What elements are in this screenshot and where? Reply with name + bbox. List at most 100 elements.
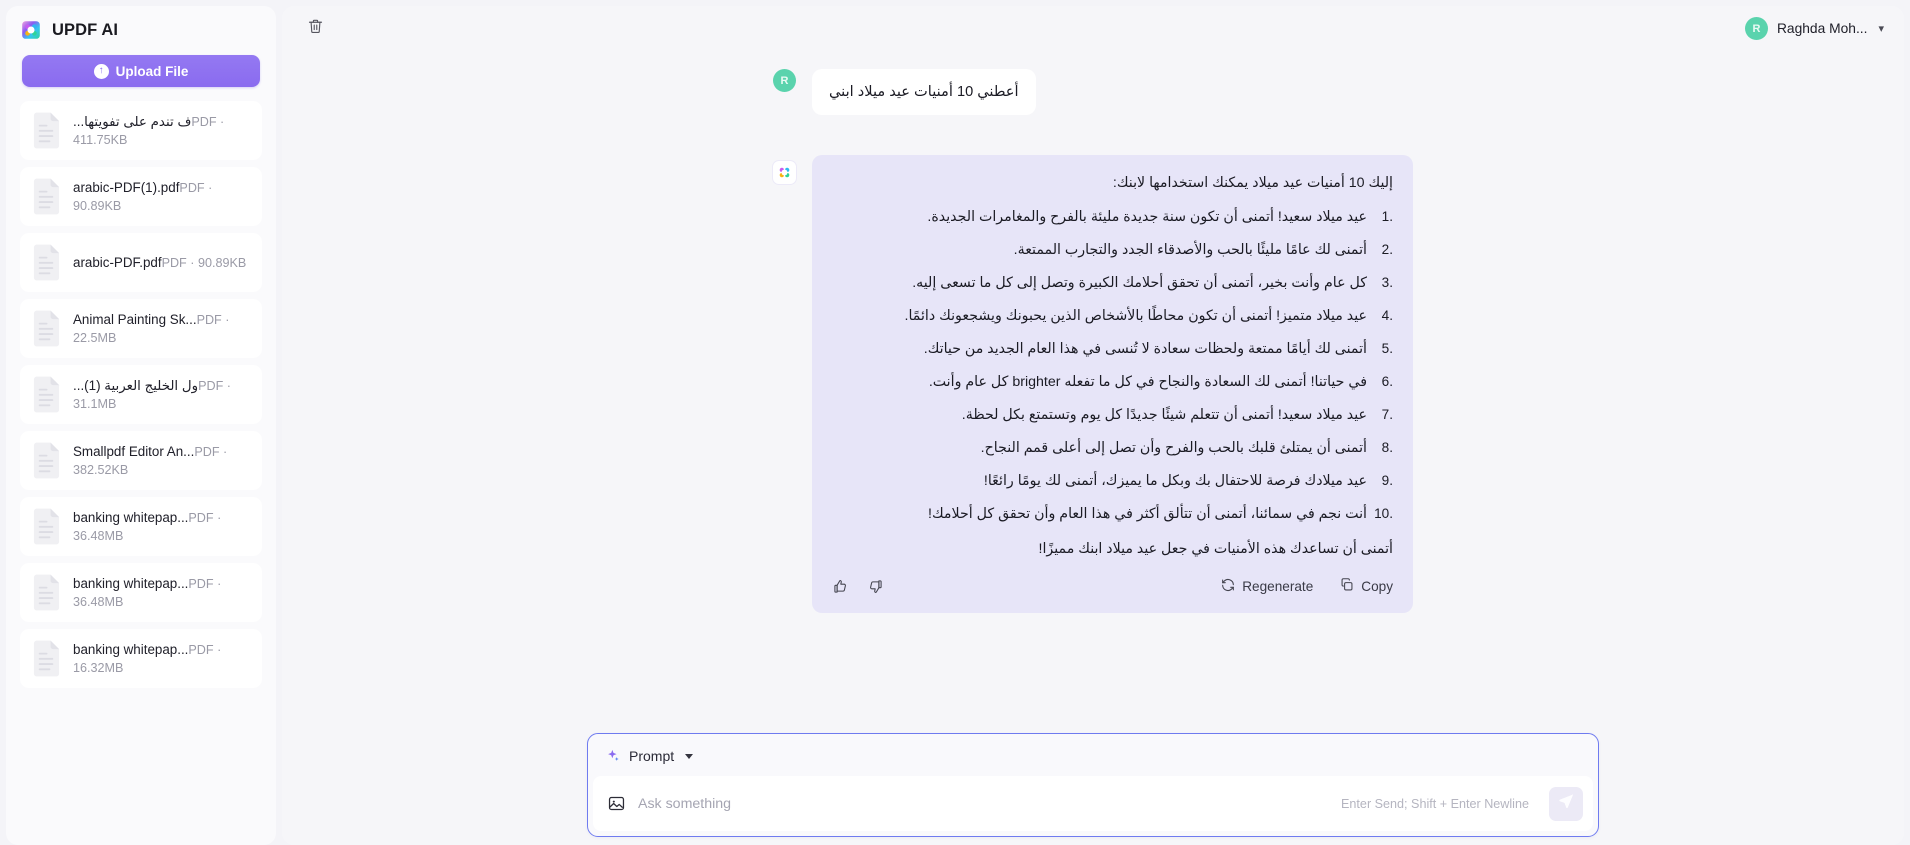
pdf-file-icon (31, 640, 62, 677)
pdf-file-icon (31, 178, 62, 215)
avatar: R (1744, 17, 1768, 40)
topbar: R Raghda Moh... ▾ (282, 6, 1904, 51)
search-input[interactable] (638, 788, 1330, 819)
prompt-mode-label: Prompt (629, 748, 675, 764)
file-name: arabic-PDF.pdf (73, 254, 162, 270)
copy-label: Copy (1361, 578, 1393, 594)
file-list-item[interactable]: banking whitepap...PDF · 36.48MB (20, 563, 262, 622)
file-list-item[interactable]: banking whitepap...PDF · 16.32MB (20, 629, 262, 688)
prompt-input-row: Enter Send; Shift + Enter Newline (593, 776, 1593, 831)
file-meta: arabic-PDF.pdfPDF · 90.89KB (73, 254, 251, 272)
wish-item: أتمنى لك أيامًا ممتعة ولحظات سعادة لا تُ… (923, 337, 1393, 361)
file-name: banking whitepap... (73, 575, 189, 591)
copy-icon (1339, 577, 1355, 596)
upload-file-button[interactable]: ↑ Upload File (22, 55, 260, 87)
chevron-down-icon: ▾ (1878, 23, 1884, 35)
wish-item: عيد ميلاد سعيد! أتمنى أن تتعلم شيئًا جدي… (961, 403, 1393, 427)
regenerate-button[interactable]: Regenerate (1220, 577, 1313, 596)
file-list-item[interactable]: ...ول الخليج العربية (1)PDF · 31.1MB (20, 365, 262, 424)
wish-item: أنت نجم في سمائنا، أتمنى أن تتألق أكثر ف… (928, 502, 1393, 526)
image-icon[interactable] (607, 794, 626, 813)
updf-ai-icon (773, 161, 796, 184)
brand: UPDF AI (6, 6, 276, 51)
send-icon (1557, 792, 1575, 815)
file-meta: arabic-PDF(1).pdfPDF · 90.89KB (73, 179, 251, 215)
app-root: UPDF AI ↑ Upload File ...ف تندم على تفوي… (0, 0, 1910, 845)
file-meta: banking whitepap...PDF · 16.32MB (73, 641, 251, 677)
brand-title: UPDF AI (52, 20, 119, 39)
main-area: R Raghda Moh... ▾ R أعطني 10 أمنيات عيد … (282, 0, 1910, 845)
pdf-file-icon (31, 574, 62, 611)
message-actions: Regenerate Copy (1220, 577, 1393, 596)
ai-message-row: إليك 10 أمنيات عيد ميلاد يمكنك استخدامها… (773, 155, 1413, 613)
prompt-box: Prompt Enter Send; Shift + Enter (587, 733, 1599, 837)
wish-item: كل عام وأنت بخير، أتمنى أن تحقق أحلامك ا… (912, 271, 1393, 295)
sidebar: UPDF AI ↑ Upload File ...ف تندم على تفوي… (0, 0, 282, 845)
user-message-row: R أعطني 10 أمنيات عيد ميلاد ابني (773, 69, 1413, 115)
file-name: ...ول الخليج العربية (1) (73, 377, 199, 393)
prompt-area: Prompt Enter Send; Shift + Enter (587, 733, 1599, 837)
wishes-list: عيد ميلاد سعيد! أتمنى أن تكون سنة جديدة … (832, 205, 1393, 526)
chevron-down-icon (685, 753, 694, 759)
wish-item: عيد ميلاد متميز! أتمنى أن تكون محاطًا با… (904, 304, 1393, 328)
copy-button[interactable]: Copy (1339, 577, 1393, 596)
ai-actions: Regenerate Copy (832, 573, 1393, 605)
chat-panel: R Raghda Moh... ▾ R أعطني 10 أمنيات عيد … (282, 6, 1904, 845)
delete-conversation-button[interactable] (302, 16, 328, 42)
file-size: PDF · 90.89KB (161, 255, 247, 270)
ai-intro-text: إليك 10 أمنيات عيد ميلاد يمكنك استخدامها… (1112, 175, 1393, 191)
pdf-file-icon (31, 442, 62, 479)
file-meta: banking whitepap...PDF · 36.48MB (73, 575, 251, 611)
pdf-file-icon (31, 376, 62, 413)
pdf-file-icon (31, 310, 62, 347)
wish-item: أتمنى لك عامًا مليئًا بالحب والأصدقاء ال… (1013, 238, 1393, 262)
thumbs-down-icon[interactable] (867, 578, 884, 595)
file-name: arabic-PDF(1).pdf (73, 179, 180, 195)
chat-scroll-area[interactable]: R أعطني 10 أمنيات عيد ميلاد ابني إليك 10… (282, 51, 1904, 845)
file-list-item[interactable]: Smallpdf Editor An...PDF · 382.52KB (20, 431, 262, 490)
upload-arrow-icon: ↑ (93, 63, 109, 79)
sidebar-panel: UPDF AI ↑ Upload File ...ف تندم على تفوي… (6, 6, 276, 845)
wish-item: أتمنى أن يمتلئ قلبك بالحب والفرح وأن تصل… (980, 436, 1393, 460)
file-meta: ...ف تندم على تفويتهاPDF · 411.75KB (73, 113, 251, 149)
user-message-bubble: أعطني 10 أمنيات عيد ميلاد ابني (812, 69, 1036, 115)
user-avatar: R (773, 69, 796, 92)
refresh-icon (1220, 577, 1236, 596)
wish-item: عيد ميلادك فرصة للاحتفال بك وبكل ما يميز… (983, 469, 1393, 493)
file-list-item[interactable]: banking whitepap...PDF · 36.48MB (20, 497, 262, 556)
send-button[interactable] (1549, 786, 1583, 821)
thumbs-up-icon[interactable] (832, 578, 849, 595)
file-list-item[interactable]: arabic-PDF.pdfPDF · 90.89KB (20, 233, 262, 292)
file-name: banking whitepap... (73, 509, 189, 525)
chat-column: R أعطني 10 أمنيات عيد ميلاد ابني إليك 10… (773, 69, 1413, 813)
prompt-mode-selector[interactable]: Prompt (593, 739, 703, 776)
file-name: ...ف تندم على تفويتها (73, 113, 192, 129)
file-list-item[interactable]: arabic-PDF(1).pdfPDF · 90.89KB (20, 167, 262, 226)
pdf-file-icon (31, 244, 62, 281)
file-list[interactable]: ...ف تندم على تفويتهاPDF · 411.75KB arab… (6, 101, 276, 845)
file-meta: banking whitepap...PDF · 36.48MB (73, 509, 251, 545)
wish-item: في حياتنا! أتمنى لك السعادة والنجاح في ك… (928, 370, 1393, 394)
updf-logo-icon (20, 19, 42, 41)
trash-icon (307, 18, 324, 40)
ai-outro-text: أتمنى أن تساعدك هذه الأمنيات في جعل عيد … (1038, 541, 1394, 557)
regenerate-label: Regenerate (1242, 578, 1314, 594)
file-meta: Animal Painting Sk...PDF · 22.5MB (73, 311, 251, 347)
file-list-item[interactable]: Animal Painting Sk...PDF · 22.5MB (20, 299, 262, 358)
wish-item: عيد ميلاد سعيد! أتمنى أن تكون سنة جديدة … (927, 205, 1393, 229)
file-meta: Smallpdf Editor An...PDF · 382.52KB (73, 443, 251, 479)
file-name: Smallpdf Editor An... (73, 443, 195, 459)
file-meta: ...ول الخليج العربية (1)PDF · 31.1MB (73, 377, 251, 413)
file-name: Animal Painting Sk... (73, 311, 197, 327)
user-menu[interactable]: R Raghda Moh... ▾ (1742, 14, 1888, 43)
feedback-actions (832, 578, 884, 595)
user-name: Raghda Moh... (1776, 21, 1868, 36)
pdf-file-icon (31, 508, 62, 545)
sparkle-icon (605, 748, 621, 764)
keyboard-hint: Enter Send; Shift + Enter Newline (1341, 796, 1529, 811)
file-list-item[interactable]: ...ف تندم على تفويتهاPDF · 411.75KB (20, 101, 262, 160)
file-name: banking whitepap... (73, 641, 189, 657)
pdf-file-icon (31, 112, 62, 149)
upload-file-label: Upload File (115, 63, 189, 79)
ai-message-bubble: إليك 10 أمنيات عيد ميلاد يمكنك استخدامها… (812, 155, 1413, 613)
